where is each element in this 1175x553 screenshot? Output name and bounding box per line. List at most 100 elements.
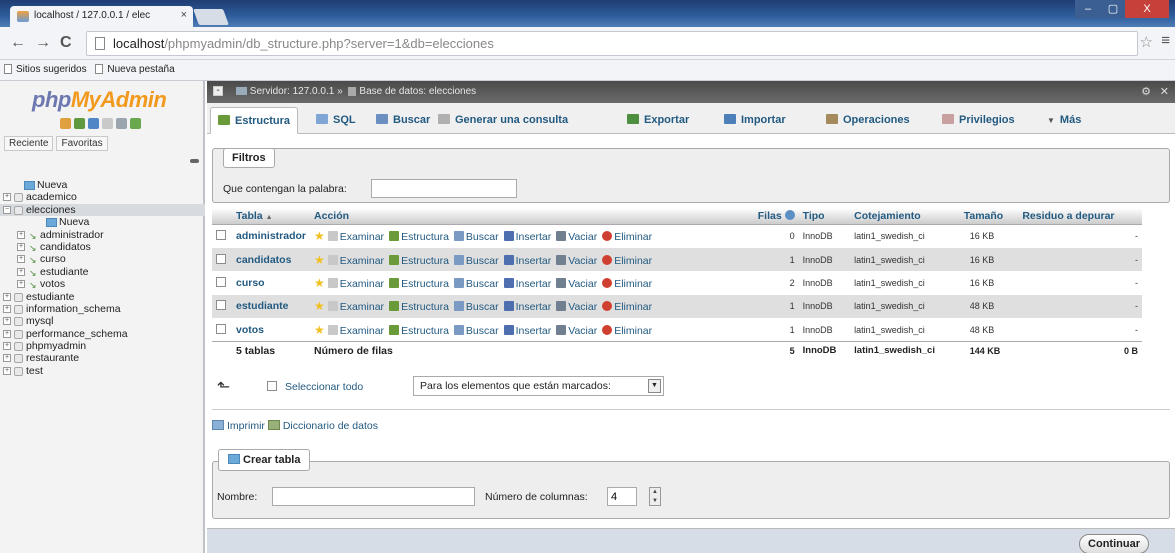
print-link[interactable]: Imprimir (212, 420, 265, 432)
action-insertar[interactable]: Insertar (503, 324, 551, 337)
link-icon[interactable] (190, 159, 199, 163)
header-size[interactable]: Tamaño (959, 208, 1019, 225)
action-examinar[interactable]: Examinar (327, 254, 384, 267)
tab-operaciones[interactable]: Operaciones (819, 107, 917, 134)
settings-icon[interactable] (116, 118, 127, 129)
logout-icon[interactable] (74, 118, 85, 129)
expand-icon[interactable]: + (3, 354, 11, 363)
action-vaciar[interactable]: Vaciar (556, 277, 597, 290)
action-eliminar[interactable]: Eliminar (602, 231, 652, 243)
tree-item-db[interactable]: + performance_schema (0, 328, 205, 340)
favorite-star-icon[interactable]: ★ (314, 253, 325, 267)
docs-icon[interactable] (102, 118, 113, 129)
favorite-star-icon[interactable]: ★ (314, 323, 325, 337)
action-vaciar[interactable]: Vaciar (556, 324, 597, 337)
back-arrow-icon[interactable]: ← (10, 34, 26, 52)
tree-item-db[interactable]: + restaurante (0, 352, 205, 364)
breadcrumb-server[interactable]: Servidor: 127.0.0.1 (250, 86, 335, 97)
row-checkbox[interactable] (216, 253, 226, 264)
columns-input[interactable] (607, 487, 637, 506)
tab-más[interactable]: ▼ Más (1040, 107, 1088, 134)
menu-icon[interactable]: ≡ (1161, 32, 1170, 49)
tab-generar-una-consulta[interactable]: Generar una consulta (431, 107, 575, 134)
expand-icon[interactable]: + (3, 317, 11, 326)
expand-icon[interactable]: + (17, 267, 25, 276)
action-buscar[interactable]: Buscar (453, 301, 499, 313)
action-estructura[interactable]: Estructura (389, 231, 449, 243)
action-buscar[interactable]: Buscar (453, 324, 499, 337)
close-tab-icon[interactable]: × (181, 9, 187, 21)
tab-sql[interactable]: SQL (309, 107, 363, 134)
tab-privilegios[interactable]: Privilegios (935, 107, 1022, 134)
expand-icon[interactable]: + (3, 292, 11, 301)
row-checkbox[interactable] (216, 323, 226, 334)
tree-item-db[interactable]: + mysql (0, 315, 205, 327)
reload-icon[interactable]: C (60, 34, 72, 52)
action-estructura[interactable]: Estructura (389, 254, 449, 267)
header-collation[interactable]: Cotejamiento (850, 208, 960, 225)
row-size[interactable]: 48 KB (959, 318, 1019, 342)
help-icon[interactable] (784, 210, 795, 220)
collapse-icon[interactable]: - (213, 86, 223, 97)
tree-item-db[interactable]: + academico (0, 191, 205, 203)
phpmyadmin-logo[interactable]: phpMyAdmin (32, 87, 167, 113)
action-insertar[interactable]: Insertar (503, 277, 551, 290)
expand-icon[interactable]: + (17, 230, 25, 239)
bookmark-star-icon[interactable]: ☆ (1140, 33, 1153, 51)
tree-item-db[interactable]: + information_schema (0, 303, 205, 315)
expand-icon[interactable]: + (17, 280, 25, 289)
select-all[interactable]: Seleccionar todo (267, 381, 363, 393)
action-eliminar[interactable]: Eliminar (602, 277, 652, 290)
action-estructura[interactable]: Estructura (389, 324, 449, 337)
tree-item-db[interactable]: + test (0, 365, 205, 377)
action-estructura[interactable]: Estructura (389, 277, 449, 290)
table-name-link[interactable]: administrador (232, 224, 311, 248)
row-checkbox[interactable] (216, 276, 226, 287)
action-examinar[interactable]: Examinar (327, 231, 384, 243)
tab-exportar[interactable]: Exportar (620, 107, 696, 134)
action-examinar[interactable]: Examinar (327, 324, 384, 337)
action-insertar[interactable]: Insertar (503, 301, 551, 313)
tree-item-db[interactable]: + phpmyadmin (0, 340, 205, 352)
minimize-button[interactable]: – (1075, 0, 1101, 18)
close-window-button[interactable]: X (1125, 0, 1169, 18)
tree-item-new[interactable]: Nueva (0, 179, 205, 191)
address-bar[interactable]: localhost/phpmyadmin/db_structure.php?se… (86, 31, 1138, 56)
table-name-input[interactable] (272, 487, 475, 506)
bulk-action-select[interactable]: Para los elementos que están marcados: ▼ (413, 376, 664, 396)
expand-icon[interactable]: + (17, 255, 25, 264)
favorite-star-icon[interactable]: ★ (314, 299, 325, 313)
action-buscar[interactable]: Buscar (453, 254, 499, 267)
tab-buscar[interactable]: Buscar (369, 107, 437, 134)
help-icon[interactable] (88, 118, 99, 129)
expand-icon[interactable]: + (17, 242, 25, 251)
new-tab-button[interactable] (193, 9, 229, 25)
home-icon[interactable] (60, 118, 71, 129)
expand-icon[interactable]: + (3, 366, 11, 375)
row-checkbox[interactable] (216, 230, 226, 241)
expand-icon[interactable]: + (3, 329, 11, 338)
tree-item-table[interactable]: + ↘ candidatos (0, 241, 205, 253)
columns-stepper[interactable]: ▲ ▼ (649, 487, 661, 506)
tree-item-db[interactable]: − elecciones (0, 203, 205, 217)
dictionary-link[interactable]: Diccionario de datos (267, 420, 378, 432)
table-name-link[interactable]: candidatos (232, 247, 311, 272)
action-eliminar[interactable]: Eliminar (602, 324, 652, 337)
recent-tab[interactable]: Reciente (4, 136, 54, 151)
continue-button[interactable]: Continuar (1079, 534, 1149, 553)
action-insertar[interactable]: Insertar (503, 254, 551, 267)
row-size[interactable]: 16 KB (959, 247, 1019, 272)
header-overhead[interactable]: Residuo a depurar (1018, 208, 1142, 225)
maximize-button[interactable]: ▢ (1101, 0, 1125, 18)
header-type[interactable]: Tipo (798, 208, 851, 225)
tree-item-db[interactable]: + estudiante (0, 291, 205, 303)
action-examinar[interactable]: Examinar (327, 301, 384, 313)
browser-tab[interactable]: localhost / 127.0.0.1 / elec × (10, 6, 193, 27)
action-eliminar[interactable]: Eliminar (602, 301, 652, 313)
action-buscar[interactable]: Buscar (453, 277, 499, 290)
tab-estructura[interactable]: Estructura (210, 107, 299, 134)
filter-input[interactable] (371, 179, 517, 198)
action-vaciar[interactable]: Vaciar (556, 254, 597, 267)
table-name-link[interactable]: curso (232, 271, 311, 295)
action-examinar[interactable]: Examinar (327, 277, 384, 290)
